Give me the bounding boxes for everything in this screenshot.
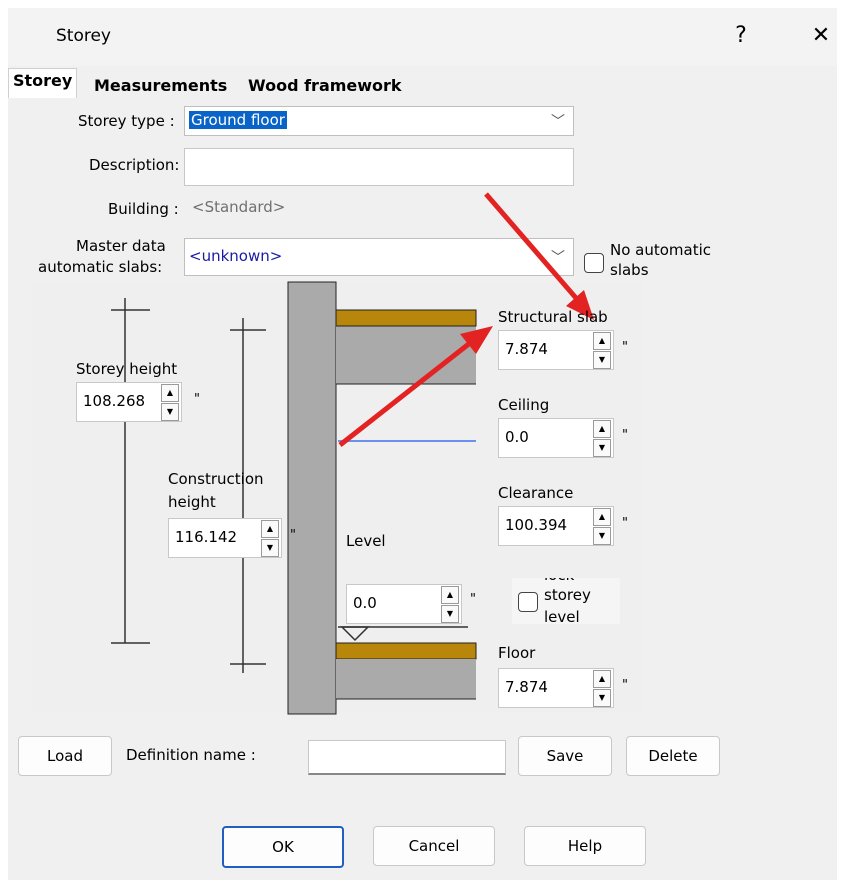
- definition-name-label: Definition name :: [126, 746, 256, 764]
- lock-label-line2: storey: [544, 586, 591, 604]
- construction-height-unit: ": [290, 528, 296, 543]
- definition-name-input[interactable]: [308, 740, 506, 775]
- storey-height-label: Storey height: [76, 360, 178, 378]
- ceiling-spinner[interactable]: ▲ ▼: [593, 419, 611, 457]
- lock-label-line1: lock: [544, 578, 574, 584]
- spin-down-icon[interactable]: ▼: [593, 689, 611, 707]
- storey-height-unit: ": [194, 392, 200, 407]
- storey-height-field[interactable]: 108.268 ▲ ▼: [76, 382, 182, 422]
- tab-wood-framework[interactable]: Wood framework: [244, 74, 406, 97]
- lock-label-line3: level: [544, 608, 580, 624]
- cancel-button[interactable]: Cancel: [373, 826, 495, 866]
- storey-height-value: 108.268: [83, 392, 146, 410]
- title-bar: Storey ? ✕: [8, 8, 837, 66]
- floor-label: Floor: [498, 644, 536, 662]
- floor-value: 7.874: [505, 678, 548, 696]
- ceiling-unit: ": [622, 428, 628, 443]
- spin-down-icon[interactable]: ▼: [593, 351, 611, 369]
- structural-slab-unit: ": [622, 340, 628, 355]
- structural-slab-value: 7.874: [505, 340, 548, 358]
- construction-height-spinner[interactable]: ▲ ▼: [261, 519, 279, 557]
- storey-height-spinner[interactable]: ▲ ▼: [161, 383, 179, 421]
- floor-unit: ": [622, 678, 628, 693]
- lock-storey-level-group: lock storey level: [512, 578, 620, 624]
- dialog-footer: OK Cancel Help: [8, 798, 837, 880]
- construction-height-value: 116.142: [175, 528, 238, 546]
- storey-panel: Storey type : Ground floor ﹀ Description…: [8, 98, 837, 798]
- spin-down-icon[interactable]: ▼: [161, 403, 179, 421]
- clearance-spinner[interactable]: ▲ ▼: [593, 507, 611, 545]
- save-button[interactable]: Save: [518, 736, 612, 776]
- level-unit: ": [470, 592, 476, 607]
- spin-up-icon[interactable]: ▲: [161, 384, 179, 402]
- spin-up-icon[interactable]: ▲: [593, 670, 611, 688]
- ok-button[interactable]: OK: [222, 826, 344, 868]
- ceiling-label: Ceiling: [498, 396, 550, 414]
- load-button[interactable]: Load: [18, 736, 112, 776]
- spin-up-icon[interactable]: ▲: [261, 520, 279, 538]
- storey-section-diagram: [111, 192, 594, 715]
- lock-storey-level-checkbox[interactable]: [518, 592, 538, 612]
- floor-field[interactable]: 7.874 ▲ ▼: [498, 668, 614, 708]
- clearance-unit: ": [622, 516, 628, 531]
- spin-down-icon[interactable]: ▼: [593, 527, 611, 545]
- spin-up-icon[interactable]: ▲: [441, 586, 459, 604]
- construction-height-field[interactable]: 116.142 ▲ ▼: [168, 518, 282, 558]
- level-field[interactable]: 0.0 ▲ ▼: [346, 584, 462, 624]
- close-button[interactable]: ✕: [798, 16, 844, 56]
- level-spinner[interactable]: ▲ ▼: [441, 585, 459, 623]
- spin-down-icon[interactable]: ▼: [441, 605, 459, 623]
- spin-down-icon[interactable]: ▼: [593, 439, 611, 457]
- floor-spinner[interactable]: ▲ ▼: [593, 669, 611, 707]
- spin-up-icon[interactable]: ▲: [593, 420, 611, 438]
- help-button[interactable]: Help: [524, 826, 646, 866]
- clearance-value: 100.394: [505, 516, 568, 534]
- tab-measurements[interactable]: Measurements: [90, 74, 231, 97]
- clearance-field[interactable]: 100.394 ▲ ▼: [498, 506, 614, 546]
- clearance-label: Clearance: [498, 484, 574, 502]
- delete-button[interactable]: Delete: [626, 736, 720, 776]
- window-title: Storey: [56, 26, 111, 46]
- structural-slab-label: Structural slab: [498, 308, 608, 326]
- ceiling-field[interactable]: 0.0 ▲ ▼: [498, 418, 614, 458]
- level-value: 0.0: [353, 594, 377, 612]
- structural-slab-field[interactable]: 7.874 ▲ ▼: [498, 330, 614, 370]
- tab-bar: Storey Measurements Wood framework: [8, 66, 837, 99]
- ceiling-value: 0.0: [505, 428, 529, 446]
- tab-storey[interactable]: Storey: [8, 68, 78, 99]
- level-label: Level: [346, 532, 386, 550]
- structural-slab-spinner[interactable]: ▲ ▼: [593, 331, 611, 369]
- help-title-button[interactable]: ?: [718, 16, 764, 56]
- spin-up-icon[interactable]: ▲: [593, 332, 611, 350]
- spin-down-icon[interactable]: ▼: [261, 539, 279, 557]
- storey-dialog: Storey ? ✕ Storey Measurements Wood fram…: [8, 8, 837, 880]
- construction-height-label-line2: height: [168, 493, 216, 511]
- construction-height-label-line1: Construction: [168, 470, 264, 488]
- spin-up-icon[interactable]: ▲: [593, 508, 611, 526]
